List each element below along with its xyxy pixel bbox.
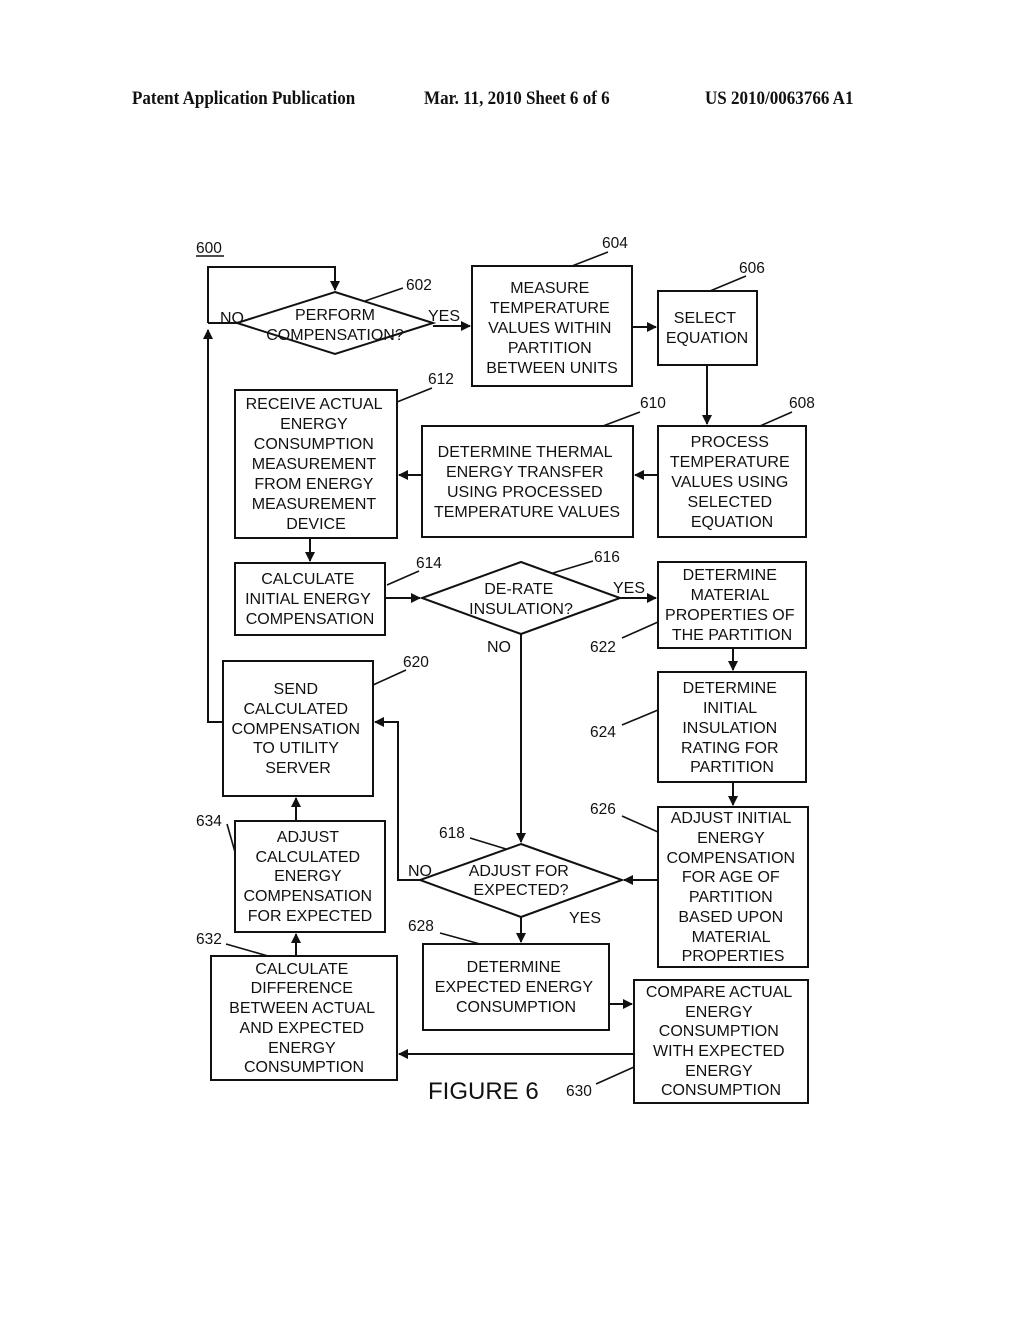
edge-label-618-yes: YES bbox=[569, 910, 601, 927]
node-614: CALCULATE INITIAL ENERGY COMPENSATION bbox=[234, 562, 386, 636]
svg-text:626: 626 bbox=[590, 801, 616, 818]
ref-608: 608 bbox=[759, 395, 815, 427]
svg-text:622: 622 bbox=[590, 639, 616, 656]
ref-602: 602 bbox=[364, 277, 432, 302]
decision-diamond bbox=[419, 560, 623, 636]
node-634: ADJUST CALCULATED ENERGY COMPENSATION FO… bbox=[234, 820, 386, 933]
edge-label-602-no: NO bbox=[220, 310, 244, 327]
ref-626: 626 bbox=[590, 801, 659, 833]
node-606: SELECT EQUATION bbox=[657, 290, 758, 366]
ref-634: 634 bbox=[196, 813, 236, 853]
svg-text:602: 602 bbox=[406, 277, 432, 294]
node-610: DETERMINE THERMAL ENERGY TRANSFER USING … bbox=[421, 425, 634, 538]
figure-caption: FIGURE 6 bbox=[428, 1078, 539, 1105]
node-630: COMPARE ACTUAL ENERGY CONSUMPTION WITH E… bbox=[633, 979, 809, 1104]
node-text: CALCULATE INITIAL ENERGY COMPENSATION bbox=[245, 571, 375, 628]
svg-text:628: 628 bbox=[408, 918, 434, 935]
edge-label-602-yes: YES bbox=[428, 308, 460, 325]
node-text: DETERMINE INITIAL INSULATION RATING FOR … bbox=[681, 680, 783, 776]
node-616: DE-RATE INSULATION? bbox=[419, 560, 623, 636]
edge-label-616-yes: YES bbox=[613, 580, 645, 597]
ref-624: 624 bbox=[590, 709, 659, 741]
node-604: MEASURE TEMPERATURE VALUES WITHIN PARTIT… bbox=[471, 265, 633, 387]
edge-label-616-no: NO bbox=[487, 639, 511, 656]
node-624: DETERMINE INITIAL INSULATION RATING FOR … bbox=[657, 671, 807, 783]
node-632: CALCULATE DIFFERENCE BETWEEN ACTUAL AND … bbox=[210, 955, 398, 1081]
node-618: ADJUST FOR EXPECTED? bbox=[417, 842, 625, 919]
node-608: PROCESS TEMPERATURE VALUES USING SELECTE… bbox=[657, 425, 807, 538]
node-626: ADJUST INITIAL ENERGY COMPENSATION FOR A… bbox=[657, 806, 809, 968]
svg-text:614: 614 bbox=[416, 555, 442, 572]
ref-606: 606 bbox=[709, 260, 765, 292]
node-622: DETERMINE MATERIAL PROPERTIES OF THE PAR… bbox=[657, 561, 807, 649]
node-620: SEND CALCULATED COMPENSATION TO UTILITY … bbox=[222, 660, 374, 797]
decision-diamond bbox=[417, 842, 625, 919]
ref-620: 620 bbox=[372, 654, 429, 686]
edge-label-618-no: NO bbox=[408, 863, 432, 880]
ref-616: 616 bbox=[552, 549, 620, 574]
svg-text:618: 618 bbox=[439, 825, 465, 842]
svg-text:616: 616 bbox=[594, 549, 620, 566]
svg-text:634: 634 bbox=[196, 813, 222, 830]
edge-620-to-602 bbox=[203, 329, 223, 723]
svg-text:624: 624 bbox=[590, 724, 616, 741]
ref-614: 614 bbox=[386, 555, 442, 586]
figure-id-label: 600 bbox=[196, 240, 222, 257]
node-612: RECEIVE ACTUAL ENERGY CONSUMPTION MEASUR… bbox=[234, 389, 398, 539]
ref-628: 628 bbox=[408, 918, 481, 945]
ref-610: 610 bbox=[602, 395, 666, 427]
ref-632: 632 bbox=[196, 931, 269, 957]
svg-text:606: 606 bbox=[739, 260, 765, 277]
svg-text:610: 610 bbox=[640, 395, 666, 412]
node-602: PERFORM COMPENSATION? bbox=[233, 290, 437, 356]
ref-618: 618 bbox=[439, 825, 507, 850]
svg-text:620: 620 bbox=[403, 654, 429, 671]
flowchart: 600 PERFORM COMPENSATION? MEASURE TEMPERA… bbox=[196, 235, 815, 1105]
svg-text:632: 632 bbox=[196, 931, 222, 948]
svg-text:612: 612 bbox=[428, 371, 454, 388]
ref-630: 630 bbox=[566, 1066, 635, 1100]
svg-text:608: 608 bbox=[789, 395, 815, 412]
node-628: DETERMINE EXPECTED ENERGY CONSUMPTION bbox=[422, 943, 610, 1031]
ref-622: 622 bbox=[590, 621, 659, 656]
ref-612: 612 bbox=[396, 371, 454, 403]
process-box bbox=[657, 290, 758, 366]
svg-text:604: 604 bbox=[602, 235, 628, 252]
svg-text:630: 630 bbox=[566, 1083, 592, 1100]
ref-604: 604 bbox=[571, 235, 628, 267]
